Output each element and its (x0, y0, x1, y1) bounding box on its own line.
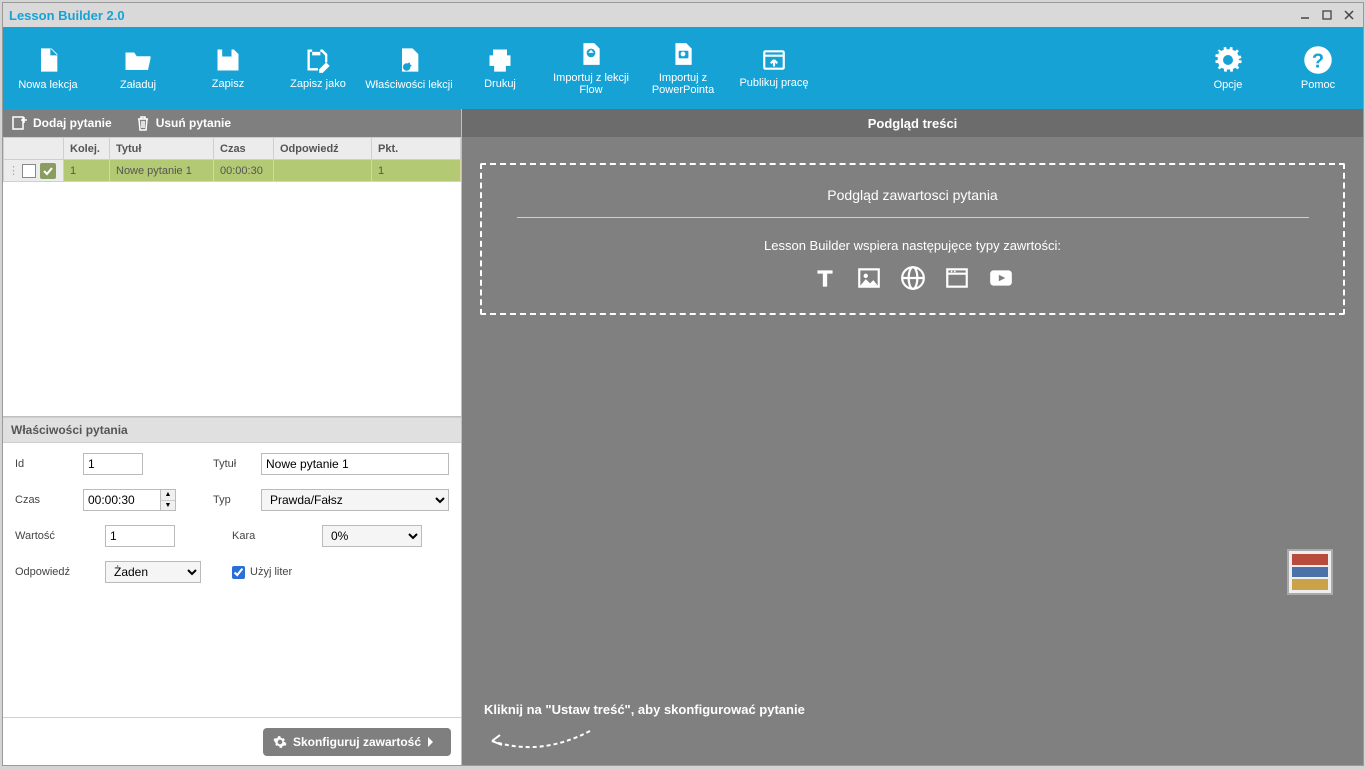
label: Importuj z lekcji Flow (545, 72, 637, 96)
save-as-button[interactable]: Zapisz jako (273, 27, 363, 109)
col-order[interactable]: Kolej. (64, 138, 110, 160)
lesson-properties-button[interactable]: Właściwości lekcji (363, 27, 455, 109)
help-button[interactable]: ? Pomoc (1273, 27, 1363, 109)
properties-panel-title: Właściwości pytania (3, 417, 461, 443)
label: Skonfiguruj zawartość (293, 735, 421, 749)
time-label: Czas (15, 494, 83, 506)
label: Pomoc (1301, 79, 1335, 91)
col-title[interactable]: Tytuł (110, 138, 214, 160)
row-checkbox[interactable] (22, 164, 36, 178)
color-palette-widget[interactable] (1287, 549, 1333, 595)
cell-title: Nowe pytanie 1 (110, 160, 214, 182)
publish-button[interactable]: Publikuj pracę (729, 27, 819, 109)
folder-open-icon (123, 45, 153, 75)
configure-content-button[interactable]: Skonfiguruj zawartość (263, 728, 451, 756)
label: Zapisz jako (290, 78, 346, 90)
maximize-button[interactable] (1319, 7, 1335, 23)
add-icon (11, 115, 27, 131)
penalty-label: Kara (232, 530, 322, 542)
preview-title: Podgląd zawartosci pytania (500, 187, 1325, 203)
use-letters-checkbox[interactable] (232, 566, 245, 579)
import-ppt-button[interactable]: Importuj z PowerPointa (637, 27, 729, 109)
import-ppt-icon (670, 40, 696, 68)
text-type-icon (812, 265, 838, 291)
questions-table: Kolej. Tytuł Czas Odpowiedź Pkt. ⋮⋮ (3, 137, 461, 182)
time-spinner[interactable]: ▲▼ (161, 489, 176, 511)
save-icon (214, 46, 242, 74)
value-label: Wartość (15, 530, 105, 542)
cell-time: 00:00:30 (214, 160, 274, 182)
label: Importuj z PowerPointa (637, 72, 729, 96)
cell-order: 1 (64, 160, 110, 182)
col-time[interactable]: Czas (214, 138, 274, 160)
window-type-icon (944, 265, 970, 291)
label: Załaduj (120, 79, 156, 91)
save-edit-icon (303, 46, 333, 74)
label: Nowa lekcja (18, 79, 77, 91)
type-select[interactable]: Prawda/Fałsz (261, 489, 449, 511)
label: Właściwości lekcji (365, 79, 452, 91)
preview-heading: Podgląd treści (462, 109, 1363, 137)
properties-panel: Id Tytuł Czas ▲▼ (3, 443, 461, 717)
gear-icon (273, 735, 287, 749)
label: Zapisz (212, 78, 244, 90)
web-type-icon (900, 265, 926, 291)
id-field[interactable] (83, 453, 143, 475)
value-field[interactable] (105, 525, 175, 547)
upload-icon (760, 47, 788, 73)
preview-box: Podgląd zawartosci pytania Lesson Builde… (480, 163, 1345, 315)
main-toolbar: Nowa lekcja Załaduj Zapisz Zapisz jako W… (3, 27, 1363, 109)
image-type-icon (856, 265, 882, 291)
col-answer[interactable]: Odpowiedź (274, 138, 372, 160)
answer-select[interactable]: Żaden (105, 561, 201, 583)
help-icon: ? (1303, 45, 1333, 75)
hint-text: Kliknij na "Ustaw treść", aby skonfiguro… (484, 702, 805, 717)
remove-question-button[interactable]: Usuń pytanie (136, 115, 231, 131)
label: Dodaj pytanie (33, 116, 112, 130)
col-points[interactable]: Pkt. (372, 138, 461, 160)
title-field[interactable] (261, 453, 449, 475)
gear-icon (1213, 45, 1243, 75)
add-question-button[interactable]: Dodaj pytanie (11, 115, 112, 131)
file-icon (34, 45, 62, 75)
video-type-icon (988, 265, 1014, 291)
use-letters-label: Użyj liter (250, 566, 292, 578)
app-title: Lesson Builder 2.0 (9, 8, 125, 23)
options-button[interactable]: Opcje (1183, 27, 1273, 109)
load-button[interactable]: Załaduj (93, 27, 183, 109)
label: Drukuj (484, 78, 516, 90)
answer-label: Odpowiedź (15, 566, 105, 578)
titlebar: Lesson Builder 2.0 (3, 3, 1363, 27)
close-button[interactable] (1341, 7, 1357, 23)
preview-support-text: Lesson Builder wspiera następujęce typy … (500, 238, 1325, 253)
row-valid-icon (40, 163, 56, 179)
save-button[interactable]: Zapisz (183, 27, 273, 109)
cell-points: 1 (372, 160, 461, 182)
import-flow-button[interactable]: Importuj z lekcji Flow (545, 27, 637, 109)
id-label: Id (15, 458, 83, 470)
question-toolbar: Dodaj pytanie Usuń pytanie (3, 109, 461, 137)
svg-text:?: ? (1312, 51, 1324, 73)
penalty-select[interactable]: 0% (322, 525, 422, 547)
minimize-button[interactable] (1297, 7, 1313, 23)
cell-answer (274, 160, 372, 182)
time-field[interactable] (83, 489, 161, 511)
import-flow-icon (578, 40, 604, 68)
chevron-right-icon (427, 736, 435, 748)
type-label: Typ (213, 494, 261, 506)
label: Usuń pytanie (156, 116, 231, 130)
label: Publikuj pracę (739, 77, 808, 89)
file-gear-icon (395, 45, 423, 75)
label: Opcje (1214, 79, 1243, 91)
printer-icon (485, 46, 515, 74)
trash-icon (136, 115, 150, 131)
new-lesson-button[interactable]: Nowa lekcja (3, 27, 93, 109)
print-button[interactable]: Drukuj (455, 27, 545, 109)
title-label: Tytuł (213, 458, 261, 470)
hint-arrow-icon (480, 727, 600, 751)
table-row[interactable]: ⋮⋮ 1 Nowe pytanie 1 00:00:30 1 (4, 160, 461, 182)
drag-grip-icon[interactable]: ⋮⋮ (8, 164, 18, 178)
